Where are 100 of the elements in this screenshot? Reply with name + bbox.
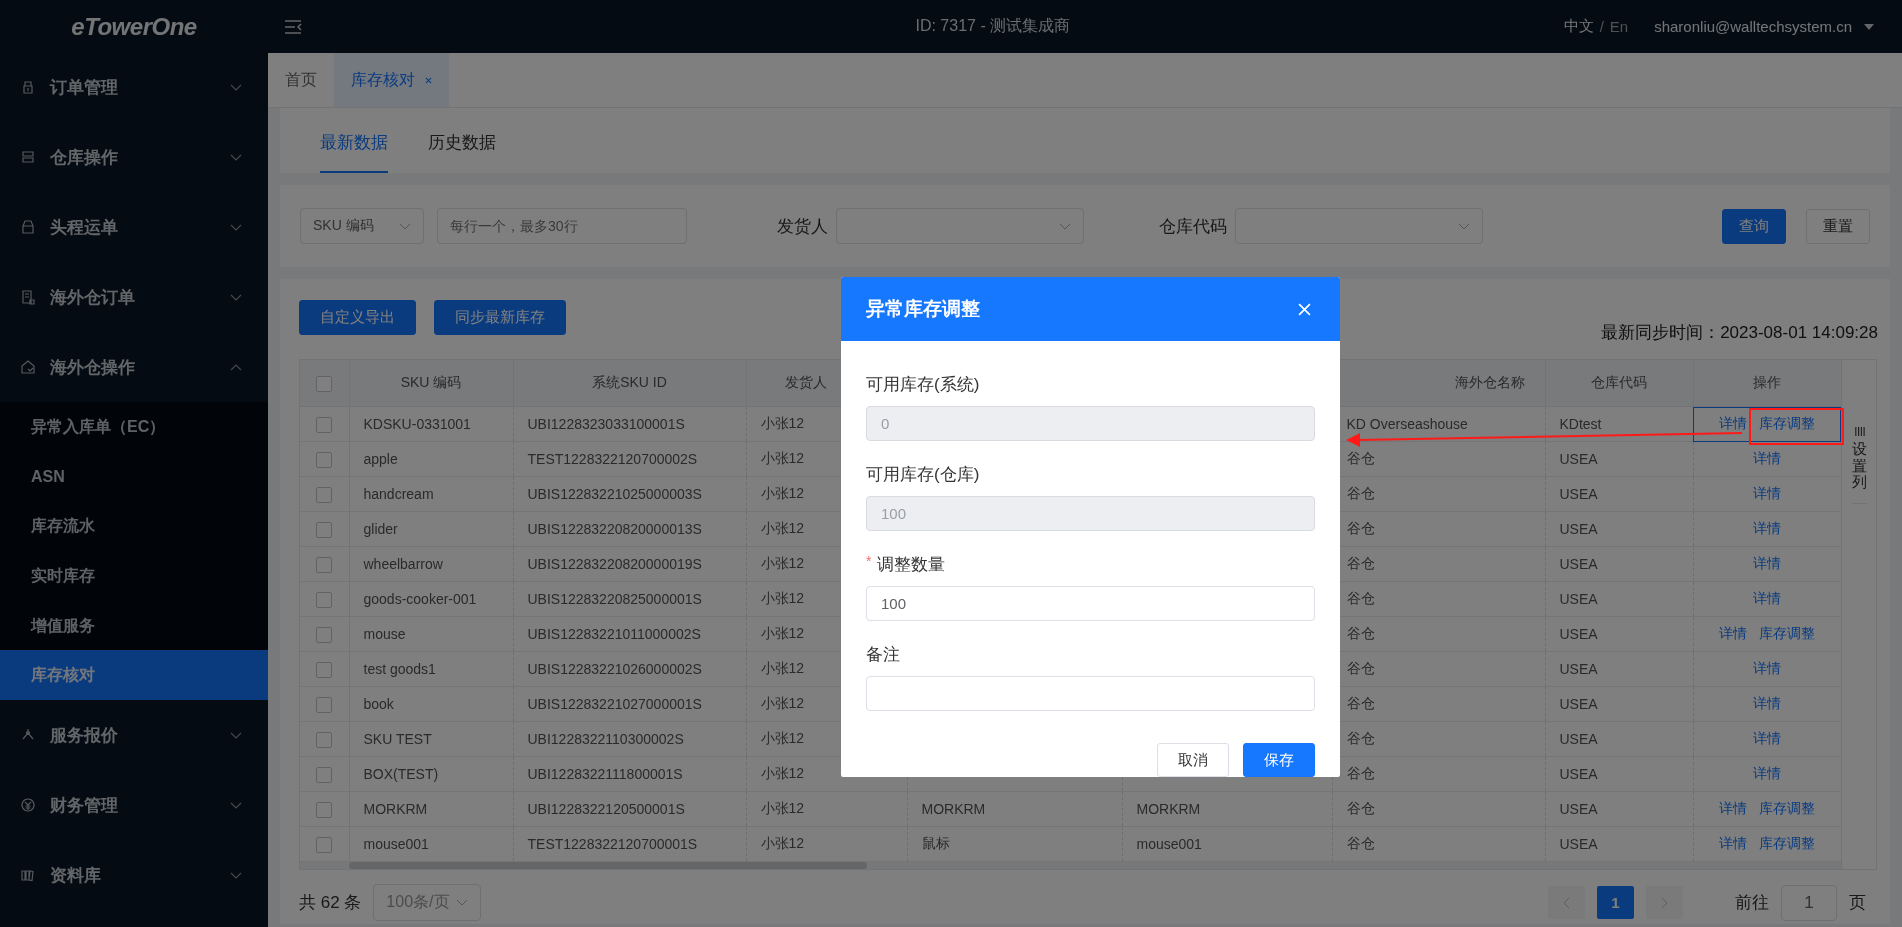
action-link[interactable]: 详情: [1719, 415, 1748, 431]
action-link[interactable]: 详情: [1719, 800, 1748, 816]
table-cell: UBIS12283221026000002S: [527, 661, 702, 677]
reset-button[interactable]: 重置: [1806, 208, 1870, 244]
row-checkbox[interactable]: [316, 591, 333, 608]
page-number-field[interactable]: 1: [1781, 884, 1837, 921]
row-checkbox[interactable]: [316, 801, 333, 818]
action-link[interactable]: 详情: [1753, 520, 1782, 536]
page-tab[interactable]: 首页: [268, 53, 334, 107]
table-cell: USEA: [1559, 626, 1598, 642]
action-link[interactable]: 库存调整: [1759, 625, 1816, 641]
field-label: 备注: [866, 644, 900, 666]
language-option[interactable]: En: [1609, 18, 1629, 35]
row-checkbox[interactable]: [316, 766, 333, 783]
table-cell: USEA: [1559, 521, 1598, 537]
menu-icon[interactable]: [284, 19, 302, 34]
sku-type-select[interactable]: SKU 编码: [300, 208, 424, 244]
language-option[interactable]: 中文: [1563, 17, 1594, 36]
row-checkbox[interactable]: [316, 836, 333, 853]
table-cell: UBIS12283220825000001S: [527, 591, 702, 607]
cancel-button[interactable]: 取消: [1157, 743, 1229, 777]
action-link[interactable]: 详情: [1753, 660, 1782, 676]
table-cell: 小张12: [760, 800, 805, 816]
table-cell: mouse001: [1136, 836, 1202, 852]
action-link[interactable]: 详情: [1753, 590, 1782, 606]
row-checkbox[interactable]: [316, 731, 333, 748]
action-link[interactable]: 详情: [1753, 555, 1782, 571]
save-button[interactable]: 保存: [1243, 743, 1315, 777]
warehouse-code-label: 仓库代码: [1159, 215, 1227, 238]
action-link[interactable]: 详情: [1753, 695, 1782, 711]
column-settings-button[interactable]: 设置列: [1841, 360, 1876, 869]
input-field[interactable]: 100: [866, 586, 1315, 621]
required-mark: *: [866, 553, 872, 571]
submenu-item[interactable]: 异常入库单（EC）: [0, 402, 268, 452]
bag-icon: [20, 219, 36, 235]
column-header: 发货人: [784, 374, 827, 390]
row-checkbox[interactable]: [316, 556, 333, 573]
page-tab[interactable]: 库存核对: [334, 53, 449, 107]
field-label: 调整数量: [877, 554, 946, 576]
table-cell: 谷仓: [1346, 695, 1375, 711]
menu-item[interactable]: 订单管理: [0, 52, 268, 122]
table-cell: TEST1228322120700001S: [527, 836, 698, 852]
shipper-select[interactable]: [836, 208, 1084, 244]
caret-icon[interactable]: [1864, 23, 1874, 30]
action-link[interactable]: 详情: [1753, 765, 1782, 781]
search-button[interactable]: 查询: [1722, 208, 1786, 244]
menu-item[interactable]: 资料库: [0, 840, 268, 911]
menu-item[interactable]: 仓库操作: [0, 122, 268, 192]
action-link[interactable]: 库存调整: [1759, 800, 1816, 816]
table-cell: USEA: [1559, 801, 1598, 817]
row-checkbox[interactable]: [316, 486, 333, 503]
submenu-item[interactable]: 库存核对: [0, 650, 268, 701]
table-cell: 小张12: [760, 415, 805, 431]
action-link[interactable]: 详情: [1753, 730, 1782, 746]
action-button[interactable]: 自定义导出: [299, 300, 416, 335]
next-page-button[interactable]: [1646, 886, 1683, 919]
table-cell: 小张12: [760, 485, 805, 501]
chevron-down-icon: [230, 293, 242, 301]
submenu-item[interactable]: 实时库存: [0, 551, 268, 601]
submenu-item[interactable]: ASN: [0, 451, 268, 502]
action-link[interactable]: 详情: [1753, 450, 1782, 466]
previous-page-button[interactable]: [1548, 886, 1585, 919]
menu-item[interactable]: 海外仓操作: [0, 332, 268, 402]
table-cell: USEA: [1559, 556, 1598, 572]
close-icon[interactable]: [425, 76, 432, 84]
select-all-checkbox[interactable]: [316, 375, 333, 392]
chevron-down-icon: [230, 871, 242, 879]
sku-input-field[interactable]: 每行一个，最多30行: [437, 208, 687, 244]
row-checkbox[interactable]: [316, 521, 333, 538]
warehouse-code-select[interactable]: [1235, 208, 1483, 244]
action-link[interactable]: 库存调整: [1759, 415, 1816, 431]
action-link[interactable]: 详情: [1753, 485, 1782, 501]
row-checkbox[interactable]: [316, 696, 333, 713]
action-link[interactable]: 详情: [1719, 835, 1748, 851]
data-tab[interactable]: 最新数据: [320, 131, 388, 173]
chevron-down-icon: [230, 801, 242, 809]
table-cell: 谷仓: [1346, 625, 1375, 641]
row-checkbox[interactable]: [316, 661, 333, 678]
user-email[interactable]: sharonliu@walltechsystem.cn: [1654, 18, 1852, 35]
row-checkbox[interactable]: [316, 626, 333, 643]
action-button[interactable]: 同步最新库存: [434, 300, 566, 335]
menu-item[interactable]: 服务报价: [0, 700, 268, 771]
page-suffix: 页: [1849, 892, 1866, 914]
chevron-down-icon: [230, 153, 242, 161]
table-cell: UBI1228322110300002S: [527, 731, 684, 747]
menu-item[interactable]: 财务管理: [0, 770, 268, 841]
input-field[interactable]: [866, 676, 1315, 711]
submenu-item[interactable]: 增值服务: [0, 600, 268, 651]
table-cell: USEA: [1559, 696, 1598, 712]
table-cell: UBI1228323033100001S: [527, 416, 685, 432]
menu-item[interactable]: 海外仓订单: [0, 262, 268, 332]
row-checkbox[interactable]: [316, 416, 333, 433]
horizontal-scrollbar[interactable]: [300, 862, 1841, 869]
page-button[interactable]: 1: [1597, 886, 1634, 919]
menu-item[interactable]: 头程运单: [0, 192, 268, 262]
action-link[interactable]: 详情: [1719, 625, 1748, 641]
action-link[interactable]: 库存调整: [1759, 835, 1816, 851]
data-tab[interactable]: 历史数据: [428, 131, 496, 173]
submenu-item[interactable]: 库存流水: [0, 501, 268, 552]
row-checkbox[interactable]: [316, 451, 333, 468]
